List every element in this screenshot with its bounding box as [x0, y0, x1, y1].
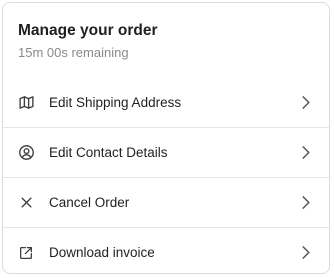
- user-circle-icon: [17, 144, 35, 162]
- download-invoice-item[interactable]: Download invoice: [3, 227, 329, 273]
- edit-shipping-address-label: Edit Shipping Address: [49, 94, 182, 110]
- time-remaining: 15m 00s remaining: [18, 45, 129, 60]
- cancel-order-label: Cancel Order: [49, 195, 130, 210]
- edit-shipping-address-item[interactable]: Edit Shipping Address: [3, 77, 329, 127]
- chevron-right-icon: [299, 246, 313, 260]
- external-link-icon: [17, 244, 35, 262]
- chevron-right-icon: [299, 95, 313, 109]
- cancel-order-item[interactable]: Cancel Order: [3, 177, 329, 227]
- close-icon: [17, 194, 35, 212]
- card-header: Manage your order 15m 00s remaining: [3, 3, 329, 77]
- download-invoice-label: Download invoice: [49, 245, 155, 260]
- edit-contact-details-label: Edit Contact Details: [49, 145, 168, 160]
- chevron-right-icon: [299, 146, 313, 160]
- card-title: Manage your order: [18, 22, 158, 39]
- chevron-right-icon: [299, 196, 313, 210]
- edit-contact-details-item[interactable]: Edit Contact Details: [3, 127, 329, 177]
- map-icon: [17, 93, 35, 111]
- manage-order-card: Manage your order 15m 00s remaining Edit…: [2, 2, 330, 274]
